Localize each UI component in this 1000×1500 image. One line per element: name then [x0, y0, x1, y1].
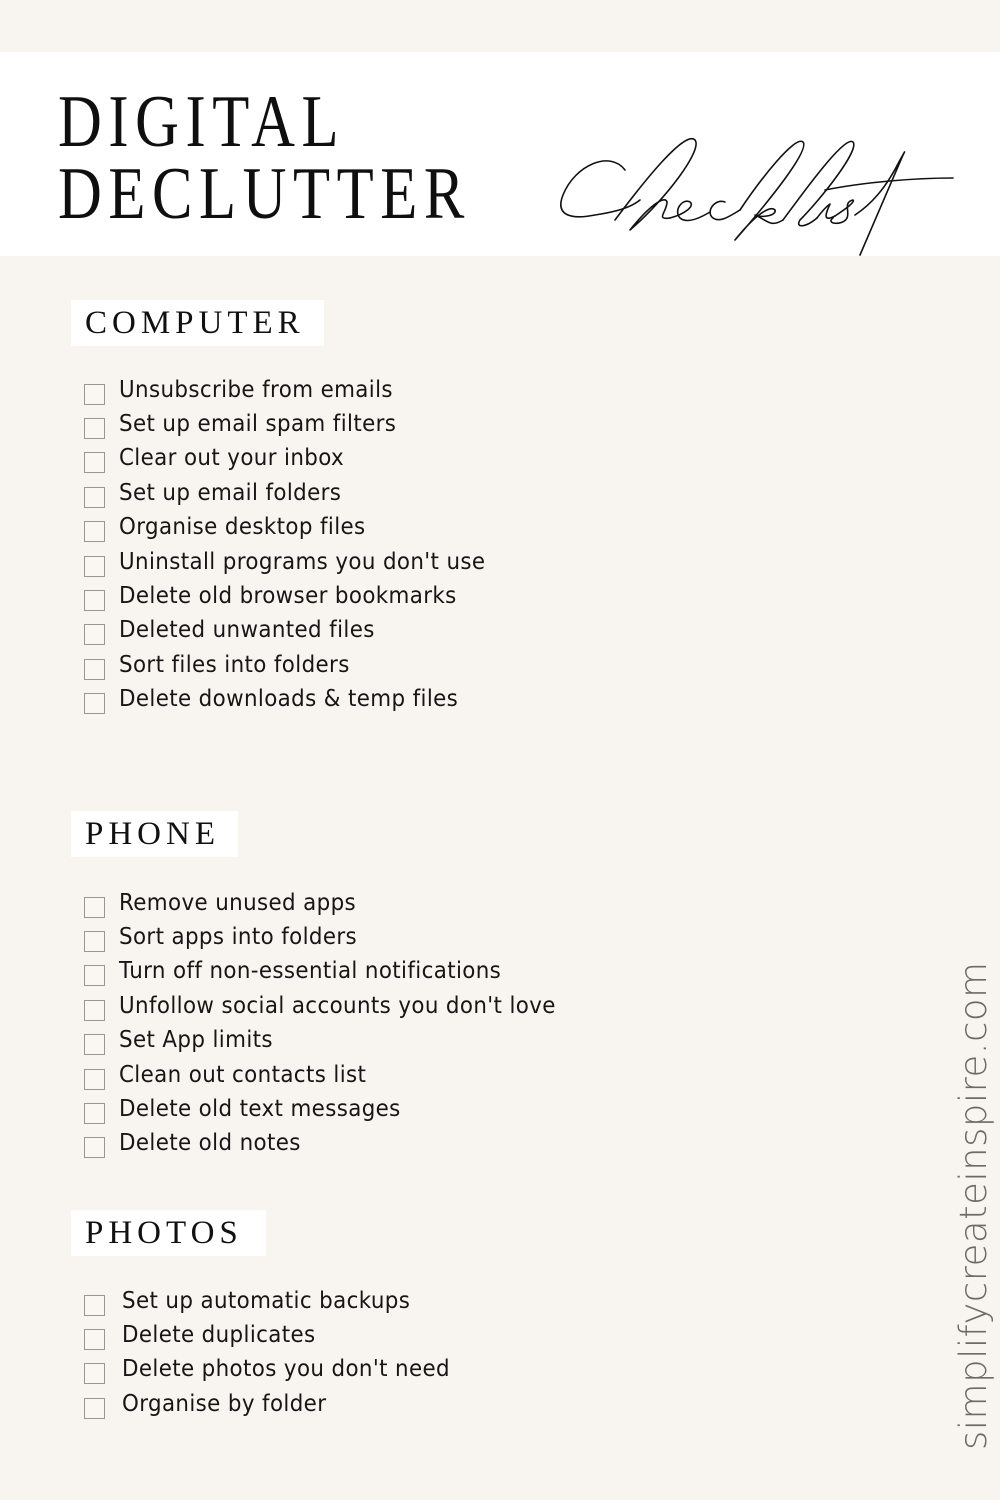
checklist-item-label: Delete duplicates	[122, 1322, 316, 1349]
checklist-item-label: Unfollow social accounts you don't love	[119, 992, 556, 1019]
checklist-item[interactable]: Clear out your inbox	[84, 442, 513, 476]
checklist-item-label: Clear out your inbox	[119, 445, 345, 472]
checkbox[interactable]	[84, 555, 105, 577]
checklist-item-label: Delete old text messages	[119, 1096, 401, 1123]
checkbox[interactable]	[84, 418, 105, 440]
checklist-item[interactable]: Set up automatic backups	[84, 1284, 475, 1318]
checkbox[interactable]	[84, 1137, 105, 1159]
checklist-item-label: Delete old browser bookmarks	[119, 583, 457, 610]
checklist-item-label: Delete photos you don't need	[122, 1356, 450, 1383]
title-line-declutter: DECLUTTER	[58, 153, 471, 235]
checklist-item-label: Delete old notes	[119, 1130, 301, 1157]
checkbox[interactable]	[84, 658, 105, 680]
checkbox[interactable]	[84, 383, 105, 405]
checklist-item-label: Set up email folders	[119, 479, 342, 506]
checklist-item-label: Turn off non-essential notifications	[119, 958, 502, 985]
checklist-item[interactable]: Unsubscribe from emails	[84, 373, 513, 407]
checklist-script-lettering	[560, 137, 954, 256]
checkbox[interactable]	[84, 931, 105, 953]
checklist-item-label: Sort files into folders	[119, 651, 350, 678]
checkbox[interactable]	[84, 1068, 105, 1090]
checkbox[interactable]	[84, 965, 105, 987]
title-line-digital: DIGITAL	[58, 81, 346, 163]
checklist-item[interactable]: Turn off non-essential notifications	[84, 955, 589, 989]
checklist-item[interactable]: Sort files into folders	[84, 648, 513, 682]
checklist-item-label: Remove unused apps	[119, 889, 357, 916]
checklist-item[interactable]: Sort apps into folders	[84, 920, 589, 954]
checkbox[interactable]	[84, 999, 105, 1021]
section-label-photos: PHOTOS	[71, 1210, 266, 1256]
checklist-item[interactable]: Organise by folder	[84, 1387, 475, 1421]
checklist-item-label: Organise desktop files	[119, 514, 366, 541]
section-label-computer: COMPUTER	[71, 300, 324, 346]
checkbox[interactable]	[84, 624, 105, 646]
checkbox[interactable]	[84, 1103, 105, 1125]
section-title: COMPUTER	[85, 304, 305, 341]
checklist-computer: Unsubscribe from emails Set up email spam…	[84, 373, 513, 717]
checklist-item[interactable]: Delete photos you don't need	[84, 1353, 475, 1387]
checkbox[interactable]	[84, 1397, 105, 1419]
checklist-item[interactable]: Set up email spam filters	[84, 407, 513, 441]
checklist-item[interactable]: Remove unused apps	[84, 886, 589, 920]
checklist-item-label: Deleted unwanted files	[119, 617, 375, 644]
checklist-item[interactable]: Delete old notes	[84, 1127, 589, 1161]
checklist-item-label: Sort apps into folders	[119, 924, 358, 951]
checklist-item[interactable]: Delete old browser bookmarks	[84, 579, 513, 613]
checkbox[interactable]	[84, 896, 105, 918]
checkbox[interactable]	[84, 1329, 105, 1351]
checklist-item[interactable]: Organise desktop files	[84, 511, 513, 545]
checklist-item[interactable]: Delete downloads & temp files	[84, 683, 513, 717]
checklist-item-label: Unsubscribe from emails	[119, 376, 393, 403]
checkbox[interactable]	[84, 1294, 105, 1316]
checklist-item-label: Delete downloads & temp files	[119, 686, 459, 713]
checklist-item-label: Organise by folder	[122, 1390, 327, 1417]
section-title: PHONE	[85, 815, 221, 852]
website-watermark: simplifycreateinspire.com	[952, 961, 995, 1450]
checklist-item-label: Uninstall programs you don't use	[119, 548, 486, 575]
section-title: PHOTOS	[85, 1214, 243, 1251]
checkbox[interactable]	[84, 693, 105, 715]
checklist-item[interactable]: Uninstall programs you don't use	[84, 545, 513, 579]
section-label-phone: PHONE	[71, 811, 238, 857]
checklist-item[interactable]: Set up email folders	[84, 476, 513, 510]
checklist-item[interactable]: Delete old text messages	[84, 1092, 589, 1126]
checklist-item-label: Set up automatic backups	[122, 1287, 411, 1314]
script-title-checklist: Checklist	[555, 120, 955, 256]
checklist-phone: Remove unused apps Sort apps into folders…	[84, 886, 589, 1161]
checklist-item-label: Clean out contacts list	[119, 1061, 367, 1088]
checklist-photos: Set up automatic backups Delete duplicate…	[84, 1284, 475, 1422]
checkbox[interactable]	[84, 486, 105, 508]
checklist-item-label: Set up email spam filters	[119, 411, 397, 438]
checklist-item[interactable]: Deleted unwanted files	[84, 614, 513, 648]
checklist-item[interactable]: Clean out contacts list	[84, 1058, 589, 1092]
checkbox[interactable]	[84, 590, 105, 612]
checklist-item[interactable]: Delete duplicates	[84, 1318, 475, 1352]
checklist-item[interactable]: Unfollow social accounts you don't love	[84, 989, 589, 1023]
checkbox[interactable]	[84, 1363, 105, 1385]
checkbox[interactable]	[84, 452, 105, 474]
checkbox[interactable]	[84, 521, 105, 543]
checklist-item-label: Set App limits	[119, 1027, 273, 1054]
checklist-item[interactable]: Set App limits	[84, 1024, 589, 1058]
checkbox[interactable]	[84, 1034, 105, 1056]
